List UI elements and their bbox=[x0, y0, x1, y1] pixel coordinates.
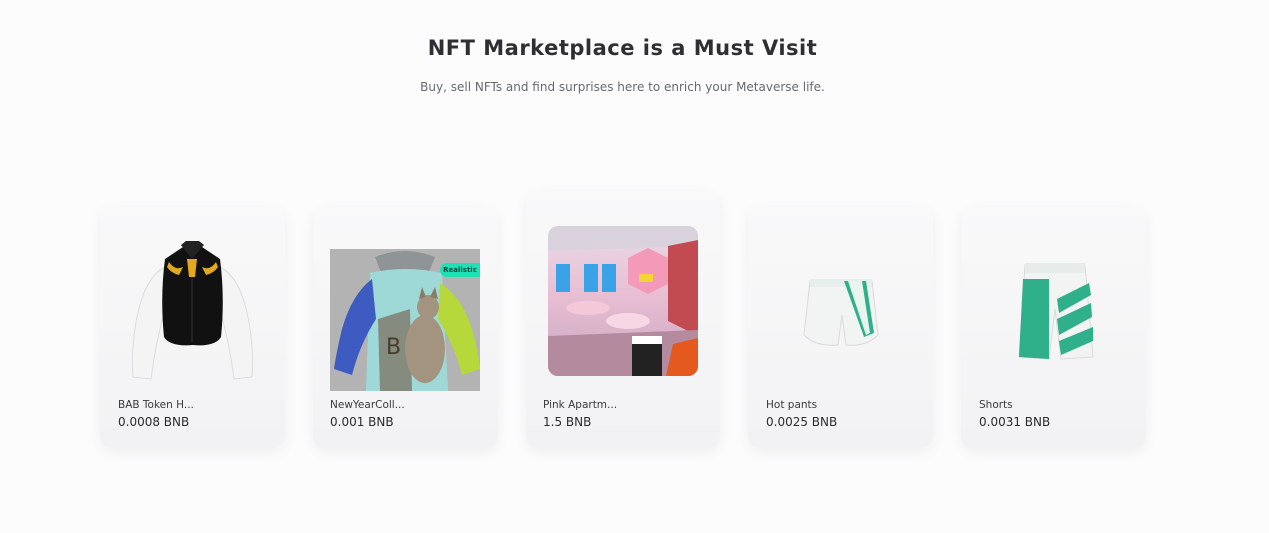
realistic-badge: Realistic bbox=[440, 263, 480, 277]
hoodie-image: B Realistic bbox=[330, 249, 480, 391]
page-title: NFT Marketplace is a Must Visit bbox=[427, 36, 818, 60]
nft-card-price: 0.0008 BNB bbox=[118, 415, 190, 429]
nft-card[interactable]: Hot pants 0.0025 BNB bbox=[748, 207, 933, 448]
svg-text:B: B bbox=[386, 335, 401, 360]
nft-card-price: 0.0031 BNB bbox=[979, 415, 1051, 429]
hot-pants-image bbox=[796, 275, 886, 355]
nft-card-price: 1.5 BNB bbox=[543, 415, 592, 429]
nft-card-price: 0.0025 BNB bbox=[766, 415, 838, 429]
nft-card-name: Pink Apartm... bbox=[543, 399, 618, 411]
page-subtitle: Buy, sell NFTs and find surprises here t… bbox=[420, 80, 825, 94]
nft-card-name: Hot pants bbox=[766, 399, 818, 411]
apartment-image bbox=[548, 226, 698, 376]
nft-card-price: 0.001 BNB bbox=[330, 415, 394, 429]
nft-card[interactable]: Shorts 0.0031 BNB bbox=[961, 207, 1146, 448]
nft-card[interactable]: Pink Apartm... 1.5 BNB bbox=[526, 191, 720, 448]
nft-card-name: NewYearColl... bbox=[330, 399, 405, 411]
jacket-image bbox=[125, 237, 260, 387]
nft-card[interactable]: BAB Token H... 0.0008 BNB bbox=[100, 207, 285, 448]
nft-card-name: Shorts bbox=[979, 399, 1013, 411]
nft-card-name: BAB Token H... bbox=[118, 399, 194, 411]
shorts-image bbox=[1013, 259, 1098, 364]
nft-card[interactable]: B Realistic NewYearColl... 0.001 BNB bbox=[313, 207, 498, 448]
